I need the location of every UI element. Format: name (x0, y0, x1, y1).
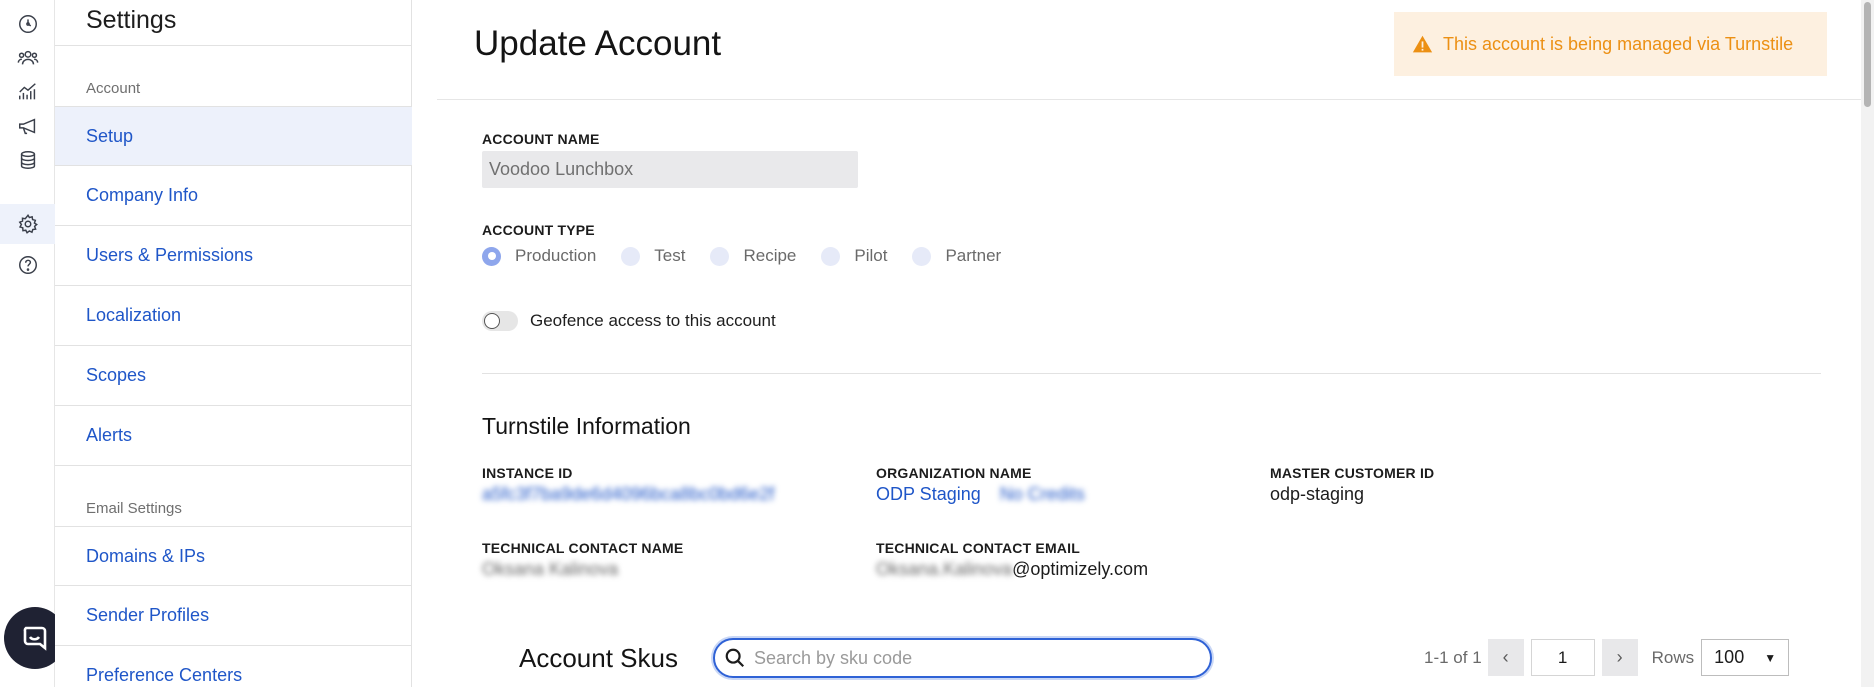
turnstile-section-title: Turnstile Information (482, 413, 691, 439)
nav-item-domains-ips[interactable]: Domains & IPs (55, 526, 412, 586)
account-name-label: ACCOUNT NAME (482, 131, 600, 147)
sku-search-input[interactable] (754, 647, 1184, 669)
nav-section-email-settings: Email Settings (86, 500, 182, 517)
radio-dot[interactable] (621, 246, 641, 266)
nav-item-preference-centers[interactable]: Preference Centers (55, 646, 412, 687)
scrollbar-thumb[interactable] (1864, 2, 1871, 107)
radio-partner[interactable]: Partner (912, 246, 1001, 266)
help-icon[interactable] (0, 245, 55, 285)
nav-item-scopes[interactable]: Scopes (55, 346, 412, 406)
sku-search-box[interactable] (713, 638, 1212, 678)
instance-id-value[interactable]: a5fc3f7ba9de6d4096bca8bc0bd6e2f (482, 484, 774, 505)
organization-name-text: ODP Staging (876, 484, 981, 504)
nav-item-alerts[interactable]: Alerts (55, 406, 412, 466)
icon-rail (0, 0, 66, 687)
rows-per-page-select[interactable]: 100 ▼ (1701, 639, 1790, 676)
account-type-label: ACCOUNT TYPE (482, 222, 595, 238)
nav-section-account: Account (86, 80, 141, 97)
radio-recipe[interactable]: Recipe (710, 246, 796, 266)
radio-label: Partner (945, 246, 1002, 265)
radio-dot[interactable] (710, 246, 730, 266)
nav-item-users-permissions[interactable]: Users & Permissions (55, 226, 412, 286)
account-name-field: Voodoo Lunchbox (482, 151, 858, 188)
instance-id-label: INSTANCE ID (482, 465, 573, 481)
search-icon (725, 648, 745, 668)
geofence-label: Geofence access to this account (530, 311, 776, 330)
page-title: Update Account (474, 24, 722, 63)
nav-item-sender-profiles[interactable]: Sender Profiles (55, 586, 412, 646)
database-icon[interactable] (0, 140, 55, 180)
radio-production[interactable]: Production (482, 246, 596, 266)
radio-label: Recipe (743, 246, 797, 265)
technical-contact-name-value: Oksana Kalinova (482, 559, 619, 579)
organization-name-value[interactable]: ODP Staging No Credits (876, 484, 1085, 505)
warning-icon (1412, 35, 1433, 52)
settings-nav: Settings Account Setup Company Info User… (55, 0, 412, 687)
next-page-button[interactable]: › (1601, 639, 1638, 676)
pagination: 1-1 of 1 ‹ 1 › Rows 100 ▼ (1424, 639, 1790, 676)
nav-item-localization[interactable]: Localization (55, 286, 412, 346)
radio-label: Test (654, 246, 686, 265)
app-root: Settings Account Setup Company Info User… (0, 0, 1874, 687)
radio-label: Pilot (854, 246, 888, 265)
email-user: Oksana.Kalinova (876, 559, 1013, 579)
page-number-input[interactable]: 1 (1530, 639, 1595, 676)
geofence-toggle[interactable] (482, 311, 518, 331)
divider (55, 45, 412, 46)
radio-label: Production (515, 246, 597, 265)
rows-label: Rows (1651, 647, 1695, 667)
banner-text: This account is being managed via Turnst… (1443, 33, 1794, 54)
gear-icon[interactable] (0, 204, 55, 244)
technical-contact-name-label: TECHNICAL CONTACT NAME (482, 540, 684, 556)
caret-down-icon: ▼ (1764, 650, 1777, 665)
master-customer-id-label: MASTER CUSTOMER ID (1270, 465, 1435, 481)
nav-item-company-info[interactable]: Company Info (55, 166, 412, 226)
rows-value: 100 (1714, 647, 1745, 667)
organization-name-label: ORGANIZATION NAME (876, 465, 1032, 481)
technical-contact-email-label: TECHNICAL CONTACT EMAIL (876, 540, 1080, 556)
managed-banner: This account is being managed via Turnst… (1394, 12, 1827, 76)
technical-contact-email-value: Oksana.Kalinova@optimizely.com (876, 559, 1148, 580)
account-skus-title: Account Skus (519, 643, 678, 673)
pagination-count: 1-1 of 1 (1424, 647, 1482, 667)
master-customer-id-value: odp-staging (1270, 484, 1365, 504)
radio-dot[interactable] (821, 246, 841, 266)
email-domain: @optimizely.com (1012, 559, 1149, 579)
prev-page-button[interactable]: ‹ (1487, 639, 1524, 676)
geofence-row: Geofence access to this account (482, 311, 776, 331)
scrollbar[interactable] (1861, 0, 1874, 687)
divider (482, 373, 1821, 374)
radio-test[interactable]: Test (621, 246, 685, 266)
chevron-left-icon: ‹ (1502, 647, 1509, 667)
main-content: Update Account This account is being man… (437, 0, 1861, 687)
radio-dot[interactable] (912, 246, 932, 266)
radio-dot[interactable] (482, 246, 501, 266)
nav-item-setup[interactable]: Setup (55, 106, 412, 166)
radio-pilot[interactable]: Pilot (821, 246, 887, 266)
page-header: Update Account This account is being man… (437, 0, 1861, 100)
nav-title: Settings (86, 6, 177, 34)
account-type-radio-group: Production Test Recipe Pilot Partner (482, 244, 1026, 268)
chevron-right-icon: › (1616, 647, 1623, 667)
organization-name-extra: No Credits (999, 484, 1085, 504)
